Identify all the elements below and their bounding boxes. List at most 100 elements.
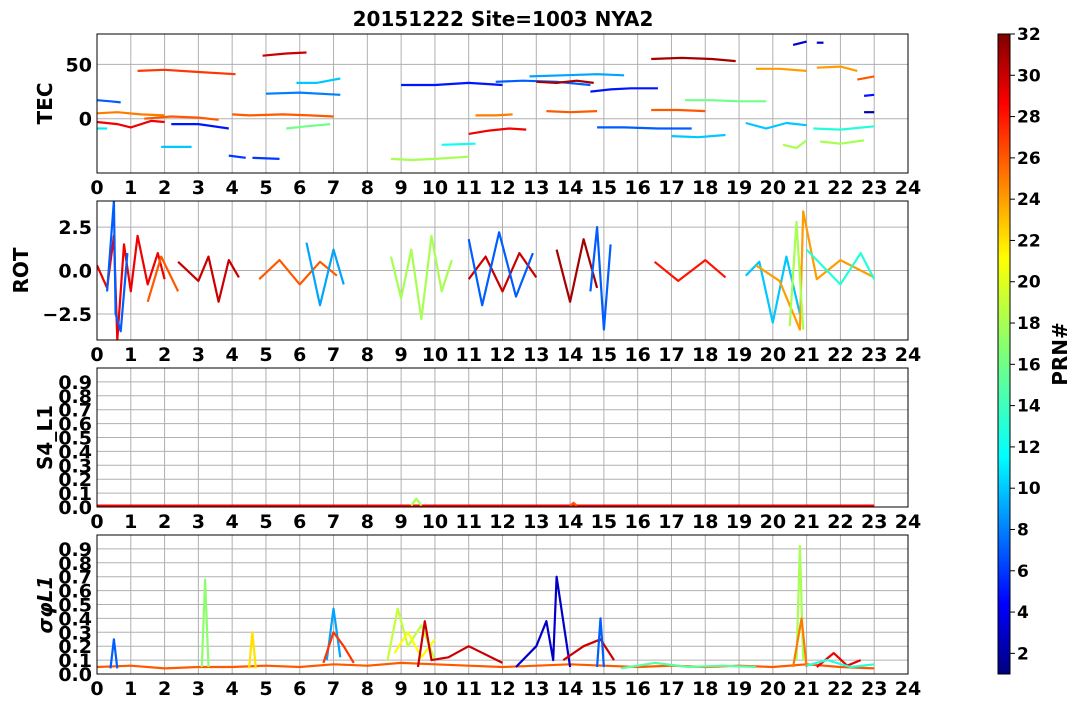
tec-axis-label: TEC — [33, 83, 57, 125]
sigma-xtick-label: 20 — [760, 678, 786, 700]
rot-xtick-label: 5 — [259, 344, 272, 366]
s4-grid — [96, 368, 909, 508]
sigma-xtick-label: 5 — [259, 678, 272, 700]
tec-series-line — [816, 65, 858, 72]
sigma-xtick-label: 10 — [422, 678, 448, 700]
tec-series-line — [475, 113, 513, 117]
tec-xtick-label: 1 — [124, 177, 137, 199]
colorbar-tick-label: 24 — [1017, 190, 1041, 210]
colorbar-tick-label: 30 — [1017, 66, 1041, 86]
panel-rot: 0 1 2 3 4 5 6 7 8 9 10 11 12 13 14 15 16 17 18 19 20 21 22 23 24… — [9, 200, 921, 366]
tec-series-line — [228, 154, 246, 159]
tec-series-line — [171, 122, 229, 130]
tec-series-line — [597, 126, 692, 130]
s4-xtick-label: 6 — [293, 511, 306, 533]
tec-series-line — [529, 73, 625, 78]
colorbar: 2468101214161820222426283032 PRN# — [997, 25, 1072, 675]
sigma-series-line — [109, 638, 119, 669]
s4-xtick-label: 18 — [692, 511, 718, 533]
sigma-xtick-label: 13 — [523, 678, 549, 700]
tec-series-line — [671, 133, 726, 139]
rot-xtick-label: 11 — [455, 344, 481, 366]
tec-series-line — [390, 155, 469, 162]
rot-xtick-label: 3 — [192, 344, 205, 366]
tec-xtick-label: 14 — [557, 177, 583, 199]
figure: 20151222 Site=1003 NYA2 0 1 2 3 4 5 6 7 8 9 10 11 12… — [0, 0, 1077, 709]
rot-xtick-label: 18 — [692, 344, 718, 366]
rot-xtick-label: 14 — [557, 344, 583, 366]
colorbar-tick-label: 28 — [1017, 108, 1041, 128]
rot-xtick-label: 7 — [327, 344, 340, 366]
sigma-xtick-label: 4 — [226, 678, 239, 700]
tec-xtick-label: 8 — [361, 177, 374, 199]
s4-xtick-label: 2 — [158, 511, 171, 533]
tec-series-line — [813, 125, 875, 131]
s4-xtick-label: 22 — [827, 511, 853, 533]
sigma-ytick-label: 0.9 — [58, 539, 92, 561]
tec-series-line — [401, 81, 503, 87]
tec-xtick-label: 24 — [895, 177, 921, 199]
rot-xtick-label: 22 — [827, 344, 853, 366]
tec-xtick-label: 11 — [455, 177, 481, 199]
sigma-xtick-label: 8 — [361, 678, 374, 700]
tec-series-line — [745, 121, 807, 130]
s4-xtick-label: 9 — [395, 511, 408, 533]
rot-xtick-label: 19 — [726, 344, 752, 366]
s4-xtick-label: 8 — [361, 511, 374, 533]
sigma-axis-label: σφL1 — [33, 576, 57, 634]
sigma-xtick-label: 9 — [395, 678, 408, 700]
tec-xtick-label: 3 — [192, 177, 205, 199]
colorbar-tick-label: 16 — [1017, 355, 1041, 375]
sigma-series-line — [97, 661, 875, 670]
rot-series-line — [467, 231, 534, 307]
rot-ytick-label: −2.5 — [42, 304, 92, 326]
sigma-xtick-label: 6 — [293, 678, 306, 700]
sigma-xtick-label: 21 — [793, 678, 819, 700]
rot-xtick-label: 10 — [422, 344, 448, 366]
colorbar-tick-label: 32 — [1017, 25, 1041, 45]
colorbar-tick-label: 8 — [1017, 520, 1029, 540]
tec-series-line — [685, 99, 767, 103]
s4-xtick-label: 15 — [591, 511, 617, 533]
sigma-xtick-label: 3 — [192, 678, 205, 700]
rot-xtick-label: 21 — [793, 344, 819, 366]
tec-xtick-label: 4 — [226, 177, 239, 199]
rot-xtick-label: 6 — [293, 344, 306, 366]
tec-series-line — [252, 156, 280, 160]
tec-xtick-label: 6 — [293, 177, 306, 199]
s4-xtick-label: 16 — [624, 511, 650, 533]
colorbar-tick-label: 26 — [1017, 149, 1041, 169]
tec-xtick-label: 19 — [726, 177, 752, 199]
panel-s4: 0 1 2 3 4 5 6 7 8 9 10 11 12 13 14 15 16 17 18 19 20 21 22 23 24… — [33, 367, 921, 533]
s4-xtick-label: 11 — [455, 511, 481, 533]
tec-xtick-label: 5 — [259, 177, 272, 199]
rot-grid — [96, 201, 909, 340]
tec-series-line — [232, 113, 334, 118]
s4-xtick-label: 24 — [895, 511, 921, 533]
sigma-xtick-label: 2 — [158, 678, 171, 700]
rot-axis-label: ROT — [9, 247, 33, 293]
rot-ytick-label: 0.0 — [58, 261, 92, 283]
colorbar-gradient — [997, 33, 1011, 675]
sigma-xtick-label: 17 — [658, 678, 684, 700]
colorbar-tick-label: 20 — [1017, 273, 1041, 293]
sigma-xtick-label: 19 — [726, 678, 752, 700]
rot-xtick-label: 17 — [658, 344, 684, 366]
rot-xtick-label: 20 — [760, 344, 786, 366]
sigma-xtick-label: 24 — [895, 678, 921, 700]
tec-grid — [96, 34, 909, 173]
sigma-xtick-label: 1 — [124, 678, 137, 700]
colorbar-tick-label: 6 — [1017, 562, 1029, 582]
rot-xtick-label: 13 — [523, 344, 549, 366]
colorbar-tick-label: 22 — [1017, 231, 1041, 251]
sigma-series — [97, 544, 875, 670]
s4-xtick-label: 13 — [523, 511, 549, 533]
s4-xtick-label: 14 — [557, 511, 583, 533]
rot-xtick-label: 12 — [489, 344, 515, 366]
tec-xtick-label: 2 — [158, 177, 171, 199]
tec-series-line — [546, 110, 598, 114]
s4-xtick-label: 12 — [489, 511, 515, 533]
sigma-xtick-label: 11 — [455, 678, 481, 700]
tec-xtick-label: 20 — [760, 177, 786, 199]
s4-xtick-label: 21 — [793, 511, 819, 533]
